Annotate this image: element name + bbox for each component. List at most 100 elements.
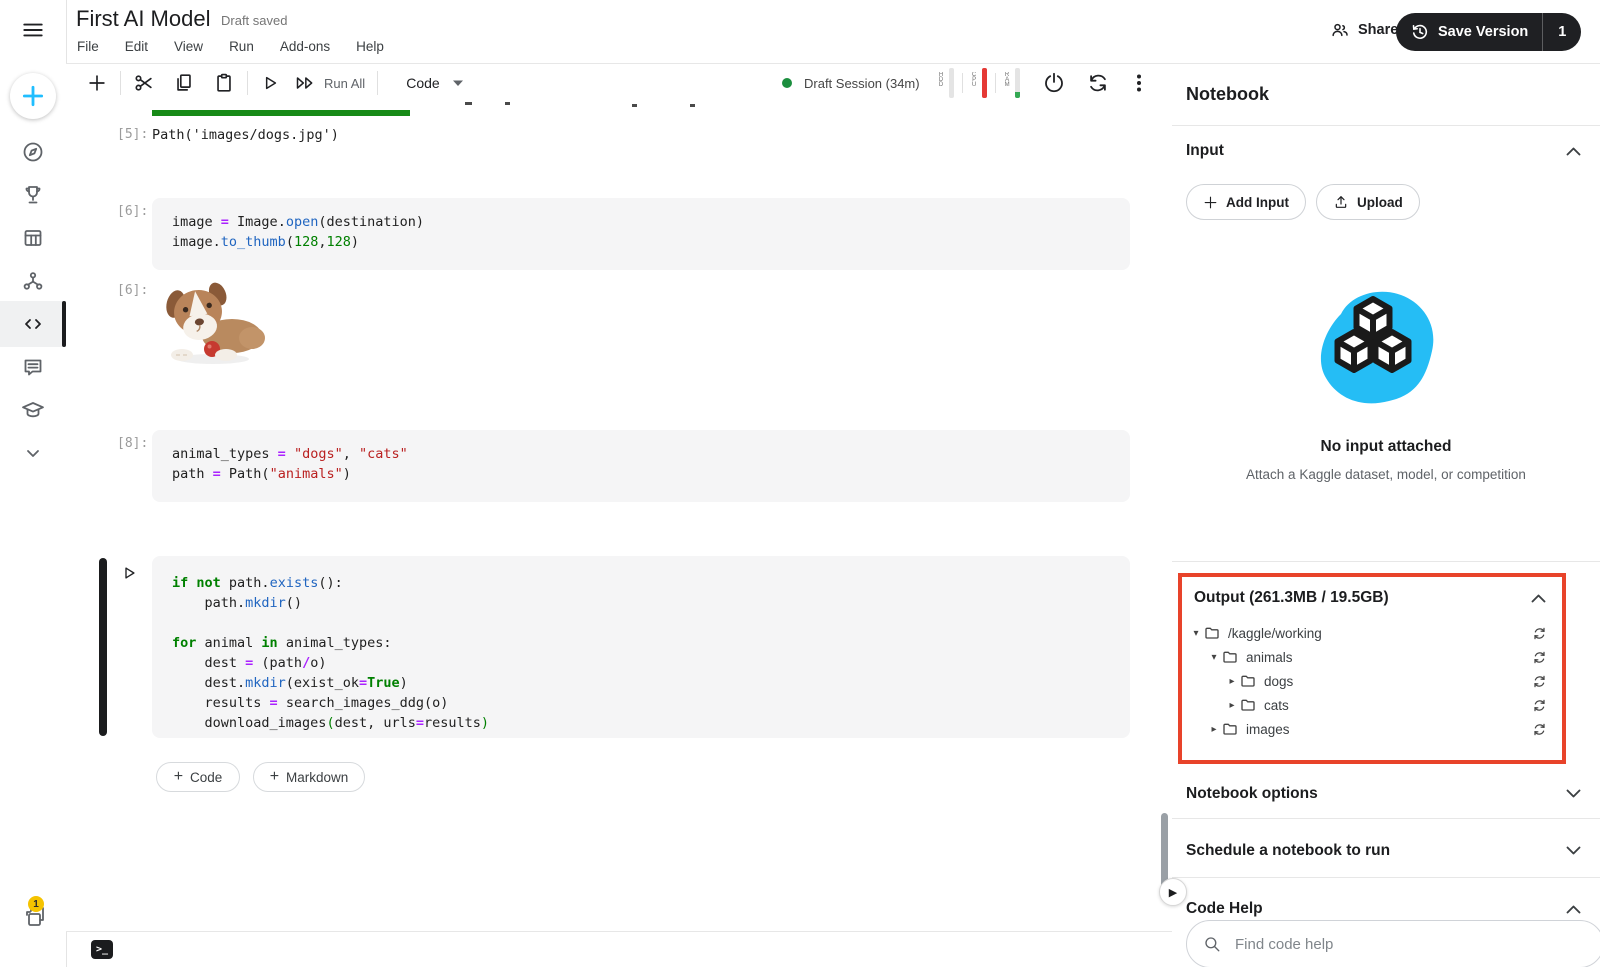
sidebar-item-discussions[interactable] [0,345,66,389]
folder-icon [1240,697,1256,713]
run-cell-button[interactable] [260,73,280,93]
refresh-icon[interactable] [1532,698,1554,713]
sidebar-item-learn[interactable] [0,388,66,432]
graduation-cap-icon [21,398,45,422]
schedule-chevron[interactable] [1566,846,1581,855]
output-tree-row[interactable]: ▾ animals [1182,645,1562,669]
sidebar-item-datasets[interactable] [0,216,66,260]
cell-execution-label: [6]: [117,283,148,298]
notebook-title[interactable]: First AI Model [76,6,210,32]
add-input-button[interactable]: Add Input [1186,184,1306,220]
code-help-search[interactable] [1186,920,1600,967]
notebook-options-chevron[interactable] [1566,789,1581,798]
cell-output-text: Path('images/dogs.jpg') [152,127,339,143]
people-icon [1330,20,1350,40]
code-cell[interactable]: animal_types = "dogs", "cats"path = Path… [152,430,1130,502]
output-tree-row[interactable]: ▾/kaggle/working [1182,621,1562,645]
no-input-illustration [1303,282,1443,414]
upload-label: Upload [1357,195,1403,210]
menu-help[interactable]: Help [356,39,384,54]
chevron-down-icon [21,441,45,465]
copy-icon [173,72,195,94]
version-count[interactable]: 1 [1543,24,1581,40]
menu-run[interactable]: Run [229,39,254,54]
schedule-section-title: Schedule a notebook to run [1186,842,1390,860]
chevron-up-icon [1531,594,1546,603]
no-input-title: No input attached [1172,438,1600,456]
sidebar-item-models[interactable] [0,259,66,303]
panel-collapse-handle[interactable]: ▶ [1159,878,1187,906]
input-collapse-chevron[interactable] [1566,147,1581,156]
code-help-chevron[interactable] [1566,905,1581,914]
save-version-button[interactable]: Save Version 1 [1396,13,1581,51]
caret-right-icon[interactable]: ▸ [1206,724,1222,735]
tree-item-label: images [1246,722,1532,737]
refresh-icon[interactable] [1532,626,1554,641]
no-input-subtitle: Attach a Kaggle dataset, model, or compe… [1172,467,1600,482]
upload-button[interactable]: Upload [1316,184,1420,220]
output-tree-row[interactable]: ▸ dogs [1182,669,1562,693]
run-this-cell-button[interactable] [120,564,138,582]
cut-button[interactable] [133,72,155,94]
code-brackets-icon [21,312,45,336]
copy-button[interactable] [173,72,195,94]
code-editor-content[interactable]: animal_types = "dogs", "cats"path = Path… [152,430,1130,484]
caret-down-icon [452,79,464,87]
toolbar-divider [247,71,248,95]
meter-divider [962,73,963,93]
sidebar-item-more[interactable] [0,431,66,475]
cpu-meter: CPU [971,68,987,98]
menu-view[interactable]: View [174,39,203,54]
refresh-icon[interactable] [1532,722,1554,737]
restart-button[interactable] [1086,71,1110,95]
paste-button[interactable] [213,72,235,94]
puppy-image [158,274,270,368]
refresh-icon[interactable] [1532,650,1554,665]
sidebar-item-competitions[interactable] [0,173,66,217]
output-tree-row[interactable]: ▸cats [1182,693,1562,717]
power-button[interactable] [1042,71,1066,95]
tree-item-label: dogs [1264,674,1532,689]
code-help-title: Code Help [1186,900,1263,918]
refresh-icon[interactable] [1532,674,1554,689]
code-help-search-input[interactable] [1233,935,1587,954]
add-markdown-cell-button[interactable]: + Markdown [253,762,365,792]
menu-add-ons[interactable]: Add-ons [280,39,330,54]
terminal-button[interactable]: >_ [91,940,113,959]
cell-execution-label: [8]: [117,436,148,451]
plus-icon: + [174,769,183,785]
code-cell[interactable]: image = Image.open(destination)image.to_… [152,198,1130,270]
sidebar-item-code[interactable] [0,302,66,346]
tree-item-label: animals [1246,650,1532,665]
more-options-button[interactable] [1130,72,1148,94]
sidebar-item-home[interactable] [0,130,66,174]
hamburger-menu-button[interactable] [0,8,66,52]
menu-file[interactable]: File [77,39,99,54]
code-editor-content[interactable]: if not path.exists(): path.mkdir() for a… [152,556,1130,733]
cell-type-dropdown[interactable]: Code [406,75,463,91]
plus-icon [20,83,46,109]
run-all-button[interactable]: Run All [294,73,365,93]
menu-edit[interactable]: Edit [125,39,148,54]
selected-cell-indicator [99,558,107,736]
caret-down-icon[interactable]: ▾ [1206,652,1222,663]
toolbar-divider [377,71,378,95]
caret-down-icon[interactable]: ▾ [1188,628,1204,639]
add-code-cell-button[interactable]: + Code [156,762,240,792]
play-icon [120,564,138,582]
chevron-down-icon [1566,846,1581,855]
code-editor-content[interactable]: image = Image.open(destination)image.to_… [152,198,1130,252]
output-tree-row[interactable]: ▸ images [1182,717,1562,741]
create-button[interactable] [10,73,56,119]
kaggle-notebook-app: 1 First AI Model Draft saved File Edit V… [0,0,1600,967]
caret-right-icon[interactable]: ▸ [1224,700,1240,711]
caret-right-icon[interactable]: ▸ [1224,676,1240,687]
output-collapse-chevron[interactable] [1531,594,1546,603]
share-button[interactable]: Share [1330,20,1398,40]
cell-type-value: Code [406,75,439,91]
scissors-icon [133,72,155,94]
add-code-label: Code [190,770,222,785]
left-rail: 1 [0,0,66,967]
code-cell-selected[interactable]: if not path.exists(): path.mkdir() for a… [152,556,1130,738]
add-cell-button[interactable] [86,72,108,94]
